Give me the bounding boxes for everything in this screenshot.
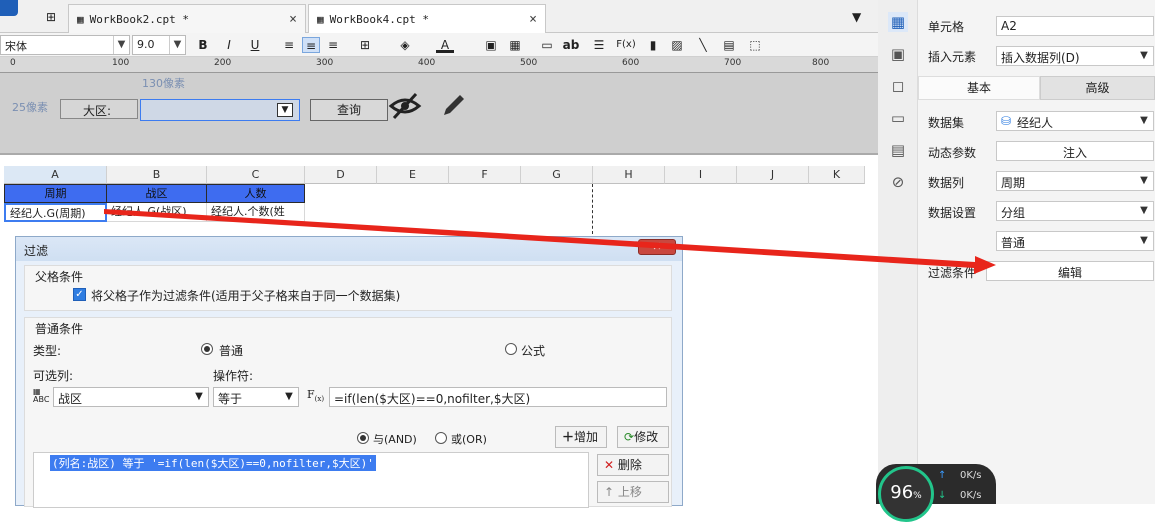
perf-widget: 96% ↑ 0K/s ↓ 0K/s: [876, 464, 996, 522]
cpu-gauge: 96%: [878, 466, 934, 522]
upload-arrow-icon: ↑: [938, 470, 947, 481]
upload-speed: 0K/s: [960, 470, 982, 481]
download-arrow-icon: ↓: [938, 490, 947, 501]
annotation-arrow: [104, 209, 996, 274]
download-speed: 0K/s: [960, 490, 982, 501]
